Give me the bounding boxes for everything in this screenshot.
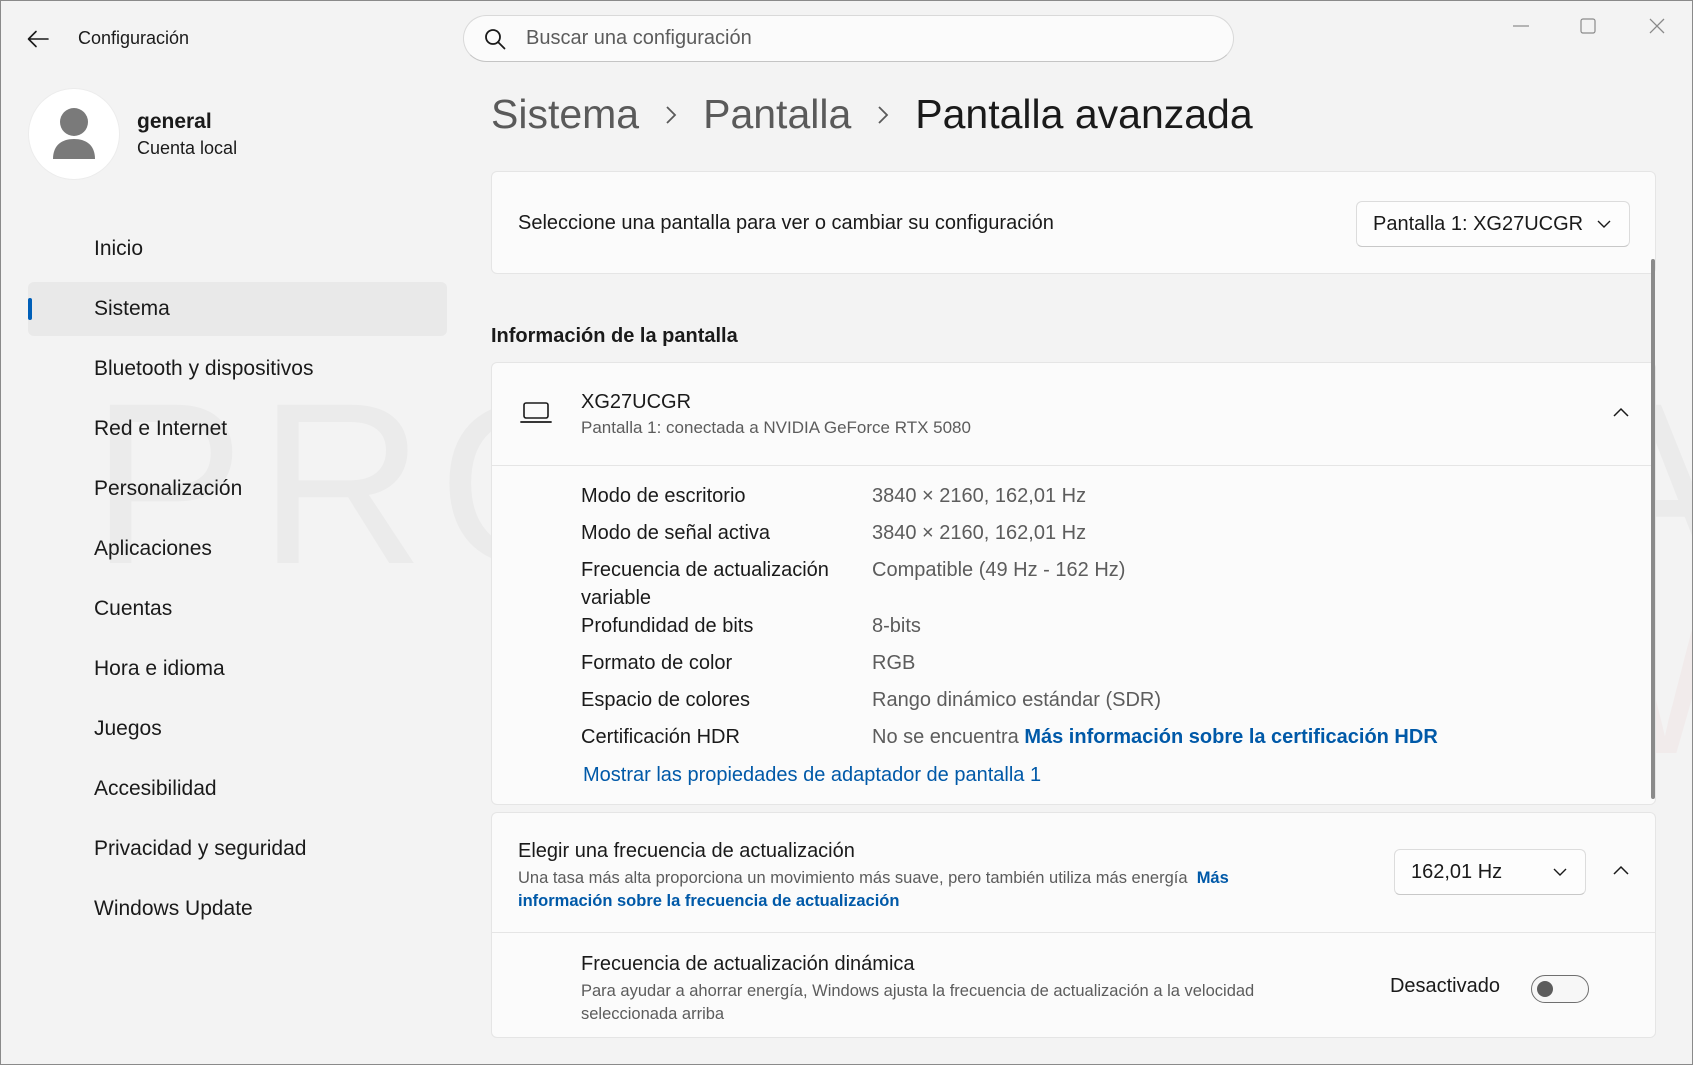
display-select-card: Seleccione una pantalla para ver o cambi…	[491, 171, 1656, 274]
display-info-card: XG27UCGR Pantalla 1: conectada a NVIDIA …	[491, 362, 1656, 805]
sidebar-item-windows-update[interactable]: Windows Update	[28, 882, 447, 936]
search-input[interactable]	[526, 27, 1176, 50]
sidebar-item-inicio[interactable]: Inicio	[28, 222, 447, 276]
chevron-right-icon	[877, 105, 889, 125]
title-bar: Configuración	[1, 1, 1692, 75]
breadcrumb: Sistema Pantalla Pantalla avanzada	[491, 91, 1253, 138]
search-icon	[464, 28, 526, 50]
chevron-up-icon[interactable]	[1613, 865, 1629, 875]
back-button[interactable]	[23, 25, 53, 53]
sidebar-item-accesibilidad[interactable]: Accesibilidad	[28, 762, 447, 816]
sidebar-nav: Inicio Sistema Bluetooth y dispositivos …	[28, 222, 447, 942]
avatar	[29, 89, 119, 179]
sidebar: general Cuenta local Inicio Sistema Blue…	[1, 75, 461, 1064]
monitor-connection: Pantalla 1: conectada a NVIDIA GeForce R…	[581, 418, 971, 437]
info-label-desktop-mode: Modo de escritorio	[581, 485, 746, 507]
sidebar-item-bluetooth[interactable]: Bluetooth y dispositivos	[28, 342, 447, 396]
minimize-icon	[1513, 25, 1529, 27]
sidebar-item-cuentas[interactable]: Cuentas	[28, 582, 447, 636]
chevron-down-icon	[1553, 868, 1567, 876]
dynamic-refresh-description: Para ayudar a ahorrar energía, Windows a…	[581, 982, 1255, 1023]
main-content: Sistema Pantalla Pantalla avanzada Selec…	[491, 75, 1661, 1064]
dynamic-refresh-toggle[interactable]	[1531, 975, 1589, 1003]
info-label-color-format: Formato de color	[581, 652, 733, 674]
close-button[interactable]	[1627, 9, 1687, 43]
divider	[492, 932, 1655, 933]
breadcrumb-sistema[interactable]: Sistema	[491, 91, 639, 138]
info-value-bit-depth: 8-bits	[872, 615, 921, 637]
search-box[interactable]	[463, 15, 1234, 62]
info-value-hdr: No se encuentra	[872, 726, 1019, 748]
chevron-down-icon	[1597, 220, 1611, 228]
info-value-color-format: RGB	[872, 652, 916, 674]
chevron-right-icon	[665, 105, 677, 125]
refresh-rate-info-link-start[interactable]: Más	[1197, 869, 1229, 887]
dynamic-refresh-title: Frecuencia de actualización dinámica	[581, 953, 915, 975]
laptop-icon	[520, 401, 552, 430]
info-label-vrr: Frecuencia de actualización	[581, 559, 829, 581]
refresh-rate-title: Elegir una frecuencia de actualización	[518, 840, 855, 862]
info-label-color-space: Espacio de colores	[581, 689, 750, 711]
settings-window: PROFESIONAL review Configuración	[0, 0, 1693, 1065]
back-arrow-icon	[27, 30, 49, 48]
page-title: Pantalla avanzada	[915, 91, 1253, 137]
refresh-rate-desc-text: Una tasa más alta proporciona un movimie…	[518, 869, 1188, 887]
adapter-properties-link[interactable]: Mostrar las propiedades de adaptador de …	[583, 764, 1041, 787]
sidebar-item-red[interactable]: Red e Internet	[28, 402, 447, 456]
display-select-label: Seleccione una pantalla para ver o cambi…	[518, 212, 1054, 234]
display-info-header[interactable]: XG27UCGR Pantalla 1: conectada a NVIDIA …	[492, 363, 1655, 466]
user-profile[interactable]: general Cuenta local	[29, 89, 237, 179]
refresh-rate-value: 162,01 Hz	[1411, 860, 1503, 883]
sidebar-item-personalizacion[interactable]: Personalización	[28, 462, 447, 516]
display-dropdown[interactable]: Pantalla 1: XG27UCGR	[1356, 201, 1630, 247]
maximize-icon	[1580, 18, 1596, 34]
info-label-signal-mode: Modo de señal activa	[581, 522, 771, 544]
display-dropdown-value: Pantalla 1: XG27UCGR	[1373, 212, 1584, 235]
refresh-rate-dropdown[interactable]: 162,01 Hz	[1394, 849, 1586, 895]
info-value-color-space: Rango dinámico estándar (SDR)	[872, 689, 1162, 711]
sidebar-item-hora-idioma[interactable]: Hora e idioma	[28, 642, 447, 696]
minimize-button[interactable]	[1491, 9, 1551, 43]
chevron-up-icon[interactable]	[1613, 407, 1629, 417]
info-label-vrr-line2: variable	[581, 587, 652, 609]
info-value-hdr-wrap: No se encuentra Más información sobre la…	[872, 726, 1438, 749]
info-label-hdr: Certificación HDR	[581, 726, 740, 748]
maximize-button[interactable]	[1558, 9, 1618, 43]
profile-name: general	[137, 109, 212, 133]
info-value-vrr: Compatible (49 Hz - 162 Hz)	[872, 559, 1126, 581]
user-icon	[53, 108, 95, 159]
sidebar-item-privacidad[interactable]: Privacidad y seguridad	[28, 822, 447, 876]
scrollbar[interactable]	[1651, 259, 1655, 799]
sidebar-item-aplicaciones[interactable]: Aplicaciones	[28, 522, 447, 576]
hdr-info-link[interactable]: Más información sobre la certificación H…	[1024, 726, 1437, 748]
toggle-knob	[1537, 981, 1553, 997]
info-label-bit-depth: Profundidad de bits	[581, 615, 754, 637]
sidebar-item-juegos[interactable]: Juegos	[28, 702, 447, 756]
sidebar-item-sistema[interactable]: Sistema	[28, 282, 447, 336]
breadcrumb-pantalla[interactable]: Pantalla	[703, 91, 851, 138]
info-value-signal-mode: 3840 × 2160, 162,01 Hz	[872, 522, 1087, 544]
close-icon	[1649, 18, 1665, 34]
app-title: Configuración	[78, 28, 190, 48]
refresh-rate-card: Elegir una frecuencia de actualización U…	[491, 812, 1656, 1038]
refresh-rate-info-link[interactable]: información sobre la frecuencia de actua…	[518, 892, 899, 910]
refresh-rate-description: Una tasa más alta proporciona un movimie…	[518, 867, 1308, 913]
section-title: Información de la pantalla	[491, 325, 738, 347]
profile-account-type: Cuenta local	[137, 137, 238, 158]
monitor-name: XG27UCGR	[581, 391, 692, 413]
info-value-desktop-mode: 3840 × 2160, 162,01 Hz	[872, 485, 1087, 507]
dynamic-refresh-state: Desactivado	[1389, 975, 1500, 997]
